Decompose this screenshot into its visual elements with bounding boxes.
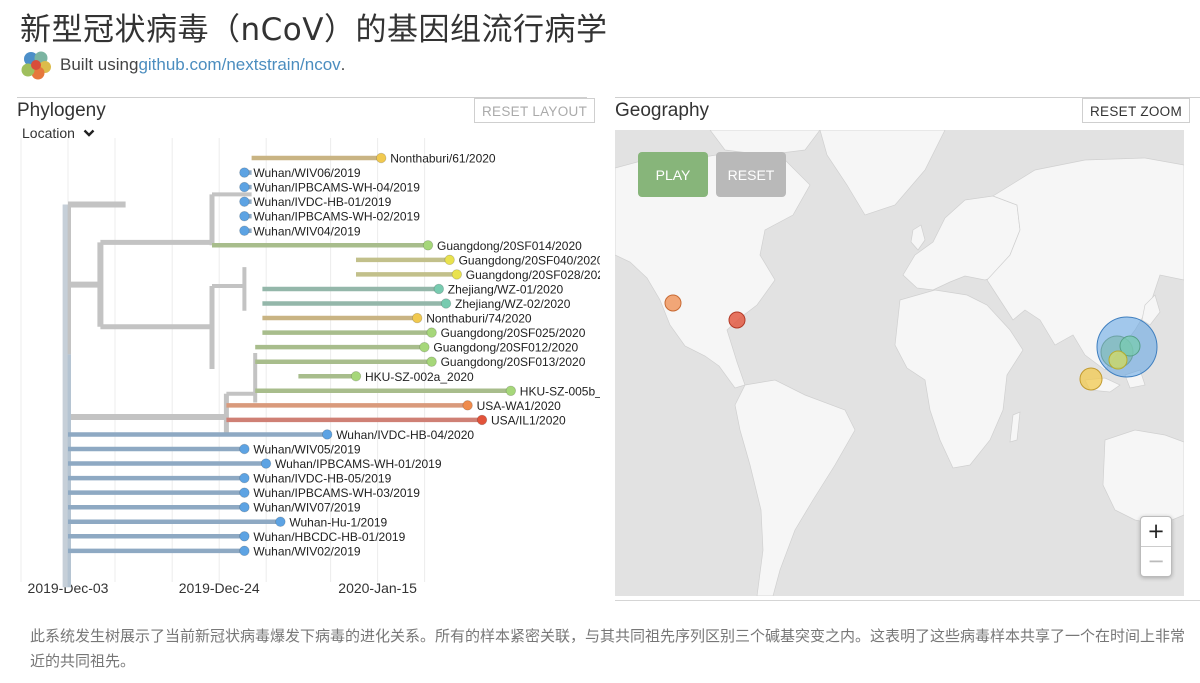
tip-label: Wuhan/IPBCAMS-WH-04/2019	[253, 181, 420, 195]
zoom-out-button[interactable]: −	[1141, 547, 1171, 576]
tip-label: Wuhan-Hu-1/2019	[289, 515, 387, 529]
location-circle-washington	[664, 294, 682, 312]
tip-label: Wuhan/WIV02/2019	[253, 544, 361, 558]
tip-label: Wuhan/IPBCAMS-WH-02/2019	[253, 210, 420, 224]
tip-node	[275, 516, 286, 527]
built-using-text: Built using	[60, 55, 139, 74]
play-button[interactable]: PLAY	[638, 152, 708, 197]
tip-label: Wuhan/WIV06/2019	[253, 166, 361, 180]
tip-label: Wuhan/IVDC-HB-01/2019	[253, 195, 391, 209]
phylogeny-title: Phylogeny	[17, 100, 106, 121]
zoom-in-button[interactable]: +	[1141, 517, 1171, 547]
tip-node	[476, 414, 488, 426]
tip-node	[451, 269, 463, 280]
location-circle-illinois	[728, 311, 746, 329]
tip-label: Guangdong/20SF012/2020	[433, 341, 578, 355]
tip-label: HKU-SZ-005b_2020	[520, 384, 600, 398]
tip-node	[239, 210, 250, 222]
tip-node	[239, 487, 250, 498]
tip-label: Wuhan/IVDC-HB-05/2019	[253, 472, 391, 486]
tip-label: Guangdong/20SF014/2020	[437, 239, 582, 253]
location-circle-thailand	[1079, 367, 1103, 391]
tip-node	[350, 371, 362, 382]
byline: Built using github.com/nextstrain/ncov .	[20, 48, 345, 82]
axis-tick-label: 2019-Dec-24	[179, 580, 260, 596]
tip-label: HKU-SZ-002a_2020	[365, 370, 474, 384]
world-map	[615, 130, 1184, 596]
zoom-control: + −	[1140, 516, 1172, 577]
tip-label: Wuhan/IPBCAMS-WH-01/2019	[275, 457, 442, 471]
tip-label: Guangdong/20SF025/2020	[441, 326, 586, 340]
tip-label: Nonthaburi/61/2020	[390, 152, 496, 166]
tip-label: Wuhan/WIV05/2019	[253, 443, 361, 457]
github-link[interactable]: github.com/nextstrain/ncov	[138, 55, 340, 75]
axis-tick-label: 2020-Jan-15	[338, 580, 417, 596]
tip-node	[239, 502, 250, 513]
tip-node	[260, 458, 272, 469]
geography-title: Geography	[615, 100, 710, 121]
built-suffix: .	[340, 55, 346, 74]
tip-label: Wuhan/HBCDC-HB-01/2019	[253, 530, 405, 544]
tip-node	[505, 385, 517, 396]
tip-label: Zhejiang/WZ-02/2020	[455, 297, 571, 311]
tip-node	[239, 545, 250, 557]
map-reset-button[interactable]: RESET	[716, 152, 786, 197]
tip-label: Wuhan/IVDC-HB-04/2020	[336, 428, 474, 442]
tip-label: Nonthaburi/74/2020	[426, 312, 532, 326]
tip-label: Guangdong/20SF040/2020	[459, 253, 600, 267]
phylogeny-description: 此系统发生树展示了当前新冠状病毒爆发下病毒的进化关系。所有的样本紧密关联，与其共…	[30, 627, 1186, 670]
tip-node	[422, 240, 434, 251]
tip-node	[426, 327, 437, 338]
tip-label: USA-WA1/2020	[477, 399, 562, 413]
tip-node	[412, 312, 423, 324]
tip-node	[440, 298, 452, 309]
tip-label: Zhejiang/WZ-01/2020	[448, 282, 564, 296]
tip-node	[419, 341, 430, 353]
tip-node	[239, 472, 250, 484]
tip-label: Wuhan/WIV07/2019	[253, 501, 361, 515]
tip-node	[239, 196, 250, 207]
tip-label: USA/IL1/2020	[491, 413, 566, 427]
tip-label: Guangdong/20SF013/2020	[441, 355, 586, 369]
tip-node	[376, 152, 387, 164]
nextstrain-logo-icon	[21, 51, 51, 80]
tip-node	[462, 400, 473, 411]
tip-node	[239, 181, 250, 193]
tip-node	[239, 167, 250, 178]
tip-label: Wuhan/IPBCAMS-WH-03/2019	[253, 486, 420, 500]
tip-label: Wuhan/WIV04/2019	[253, 224, 361, 238]
reset-layout-button[interactable]: RESET LAYOUT	[474, 98, 596, 123]
geography-map[interactable]: PLAY RESET + −	[615, 130, 1184, 596]
tip-node	[433, 283, 445, 295]
page-title: 新型冠状病毒（nCoV）的基因组流行病学	[20, 12, 608, 48]
tip-label: Guangdong/20SF028/2020	[466, 268, 600, 282]
reset-zoom-button[interactable]: RESET ZOOM	[1082, 98, 1191, 123]
tip-node	[239, 443, 250, 455]
tip-node	[239, 225, 250, 236]
tip-node	[322, 429, 333, 440]
tip-node	[444, 254, 455, 266]
phylogeny-tree[interactable]: 2019-Dec-03 2019-Dec-24 2020-Jan-15Nonthab…	[0, 130, 600, 600]
footer-rule	[615, 600, 1200, 601]
location-circle-hongkong	[1108, 350, 1128, 370]
tip-node	[426, 356, 437, 367]
tip-node	[239, 531, 250, 542]
